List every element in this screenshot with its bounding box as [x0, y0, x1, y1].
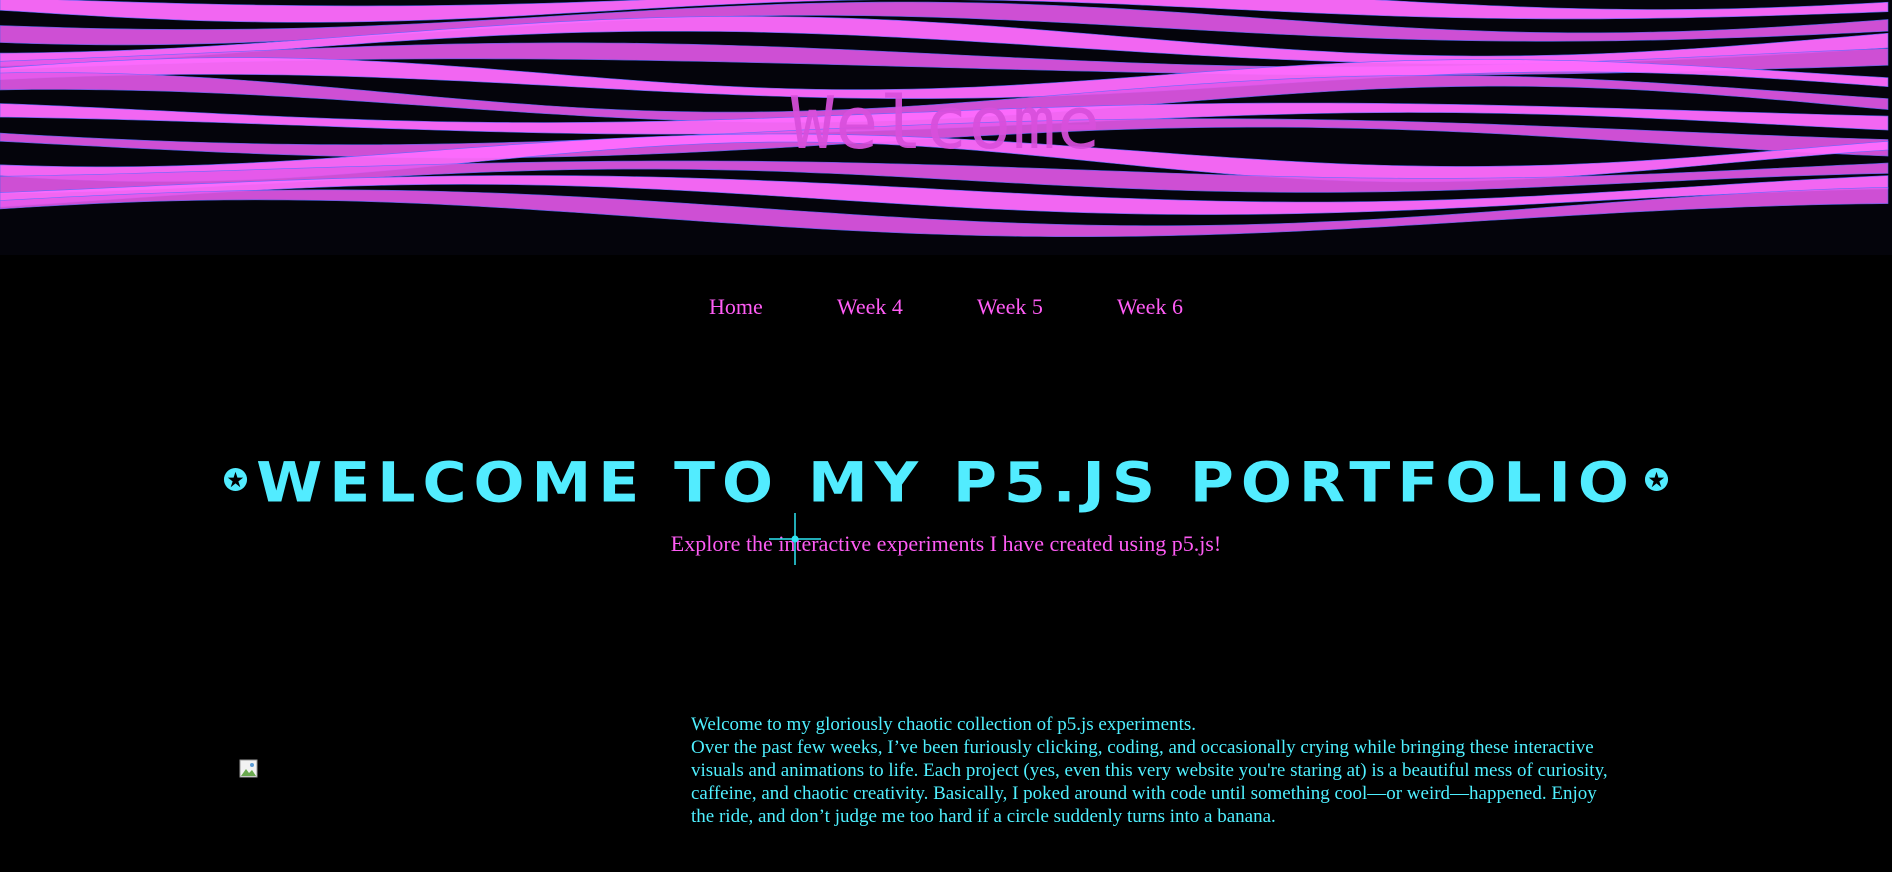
- hero-title: Welcome: [790, 81, 1102, 165]
- nav-link-week-5[interactable]: Week 5: [940, 292, 1080, 322]
- broken-image-icon: [239, 759, 258, 778]
- intro-paragraph: Over the past few weeks, I’ve been furio…: [691, 737, 1608, 827]
- hero-canvas[interactable]: Welcome: [0, 0, 1892, 255]
- star-circle-icon: [224, 467, 248, 491]
- intro-line: Welcome to my gloriously chaotic collect…: [691, 714, 1197, 735]
- page: Welcome Home Week 4 Week 5 Week 6 WELCOM…: [0, 0, 1892, 872]
- main-nav: Home Week 4 Week 5 Week 6: [0, 292, 1892, 322]
- subtitle: Explore the interactive experiments I ha…: [670, 531, 1222, 556]
- star-circle-icon: [1644, 467, 1668, 491]
- nav-link-week-4[interactable]: Week 4: [800, 292, 940, 322]
- intro-text: Welcome to my gloriously chaotic collect…: [691, 713, 1621, 828]
- nav-link-home[interactable]: Home: [672, 292, 800, 322]
- page-heading: WELCOME TO MY P5.JS PORTFOLIO: [0, 452, 1892, 514]
- nav-link-week-6[interactable]: Week 6: [1080, 292, 1220, 322]
- heading-text: WELCOME TO MY P5.JS PORTFOLIO: [256, 450, 1636, 516]
